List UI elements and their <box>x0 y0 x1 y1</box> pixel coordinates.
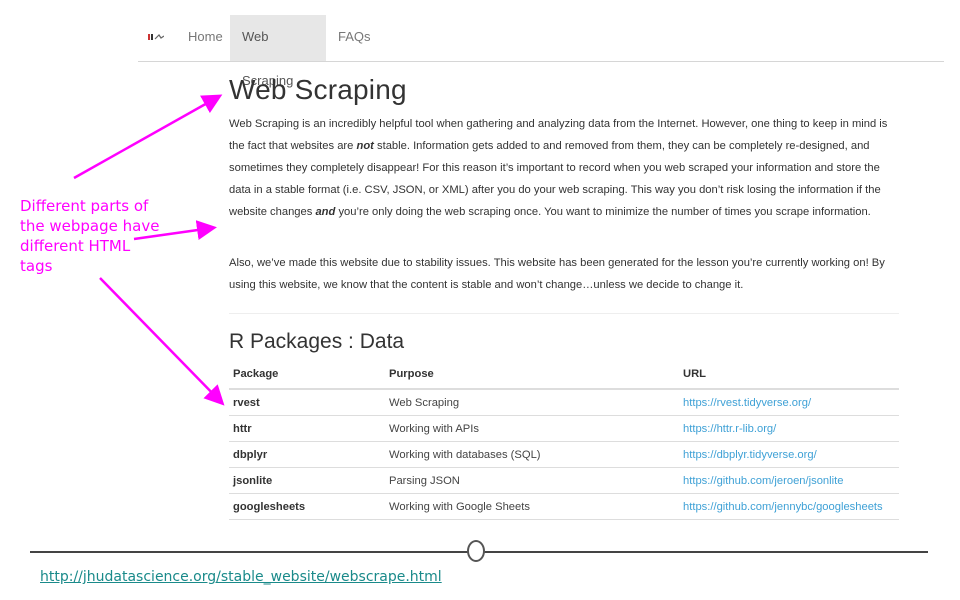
footer-circle-icon <box>467 540 485 562</box>
arrow-to-title <box>73 94 223 180</box>
arrow-to-table <box>99 277 225 406</box>
arrow-to-paragraph <box>133 220 217 241</box>
source-url-link[interactable]: http://jhudatascience.org/stable_website… <box>40 569 442 585</box>
annotation-arrows <box>73 94 225 406</box>
